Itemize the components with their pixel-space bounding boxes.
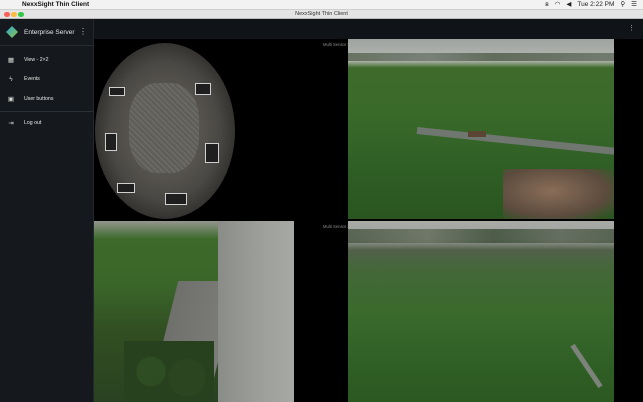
sidebar-header: Enterprise Server ⋮ bbox=[0, 19, 93, 46]
dirt-patch bbox=[503, 169, 614, 219]
logout-icon: ⇥ bbox=[8, 120, 14, 128]
menubar-app-name[interactable]: NexxSight Thin Client bbox=[22, 1, 89, 8]
fisheye-desk bbox=[195, 83, 211, 95]
menubar-clock[interactable]: Tue 2:22 PM bbox=[577, 0, 614, 10]
camera-tile-3[interactable] bbox=[94, 221, 294, 402]
lightning-icon: ϟ bbox=[9, 75, 13, 83]
macos-menubar: NexxSight Thin Client ʙ ◠ ◀ Tue 2:22 PM … bbox=[0, 0, 643, 10]
sidebar-item-label: View - 2×2 bbox=[24, 56, 49, 63]
fisheye-desk bbox=[165, 193, 187, 205]
camera-tile-2[interactable] bbox=[348, 39, 614, 219]
sidebar-item-events[interactable]: ϟ Events bbox=[0, 70, 93, 90]
server-name: Enterprise Server bbox=[24, 28, 75, 36]
bluetooth-icon[interactable]: ʙ bbox=[545, 0, 548, 10]
sidebar-more-icon[interactable]: ⋮ bbox=[79, 27, 87, 37]
sidebar-divider bbox=[0, 110, 93, 112]
sidebar-item-logout[interactable]: ⇥ Log out bbox=[0, 114, 93, 134]
camera-tile-1[interactable] bbox=[94, 39, 261, 221]
app-area: Enterprise Server ⋮ ▦ View - 2×2 ϟ Event… bbox=[0, 19, 643, 402]
fisheye-desk bbox=[105, 133, 117, 151]
sidebar-item-label: User buttons bbox=[24, 95, 54, 102]
sidebar: Enterprise Server ⋮ ▦ View - 2×2 ϟ Event… bbox=[0, 19, 94, 402]
search-icon[interactable]: ⚲ bbox=[620, 0, 625, 10]
treeline bbox=[348, 53, 614, 61]
camera-grid: Multi Sensor 2MLA (Kid1.1) Multi Sensor … bbox=[94, 39, 643, 402]
fisheye-desk bbox=[117, 183, 135, 193]
window-titlebar: NexxSight Thin Client bbox=[0, 10, 643, 19]
sidebar-item-user-buttons[interactable]: ▣ User buttons bbox=[0, 89, 93, 109]
fisheye-floor bbox=[129, 83, 199, 173]
wifi-icon[interactable]: ◠ bbox=[555, 0, 561, 10]
window-title: NexxSight Thin Client bbox=[295, 11, 348, 17]
nexxsight-logo-icon bbox=[6, 26, 18, 38]
walkway bbox=[416, 127, 614, 155]
volume-icon[interactable]: ◀ bbox=[566, 0, 571, 10]
camera-tile-4[interactable] bbox=[348, 221, 614, 402]
bench bbox=[468, 131, 486, 137]
building-wall bbox=[218, 221, 294, 402]
fisheye-desk bbox=[109, 87, 125, 96]
view-toolbar: ⋮ bbox=[94, 19, 643, 39]
sidebar-item-view[interactable]: ▦ View - 2×2 bbox=[0, 50, 93, 70]
grid-icon: ▦ bbox=[7, 56, 15, 64]
notification-center-icon[interactable]: ☰ bbox=[631, 0, 637, 10]
fisheye-video-feed bbox=[95, 43, 235, 219]
sidebar-nav: ▦ View - 2×2 ϟ Events ▣ User buttons ⇥ L… bbox=[0, 46, 93, 133]
treeline bbox=[348, 229, 614, 243]
sidebar-item-label: Log out bbox=[24, 120, 42, 127]
shrubs bbox=[124, 341, 214, 402]
walkway bbox=[570, 343, 603, 389]
sidebar-item-label: Events bbox=[24, 76, 40, 83]
view-more-icon[interactable]: ⋮ bbox=[628, 24, 635, 34]
trash-icon: ▣ bbox=[7, 95, 15, 103]
fisheye-desk bbox=[205, 143, 219, 163]
menubar-status-area: ʙ ◠ ◀ Tue 2:22 PM ⚲ ☰ bbox=[545, 0, 637, 10]
